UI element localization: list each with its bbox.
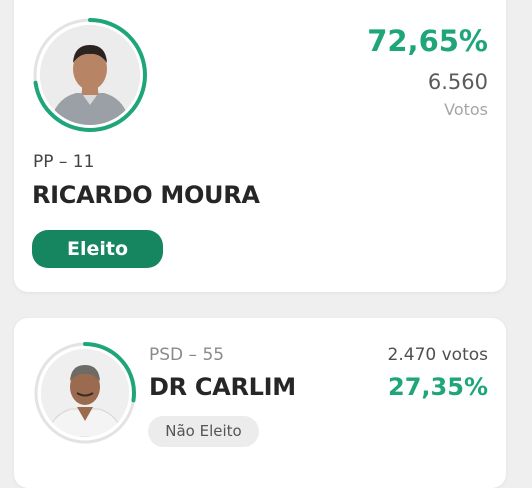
- candidate-card-ricardo-moura[interactable]: 72,65% 6.560 Votos PP – 11 RICARDO MOURA…: [14, 0, 506, 292]
- vote-percentage: 27,35%: [388, 373, 488, 401]
- party-number: PSD – 55: [149, 345, 225, 365]
- vote-count: 2.470 votos: [387, 345, 488, 365]
- votes-label: Votos: [444, 100, 488, 119]
- status-badge: Eleito: [32, 230, 163, 268]
- candidate-card-dr-carlim[interactable]: PSD – 55 DR CARLIM 2.470 votos 27,35% Nã…: [14, 318, 506, 488]
- party-number: PP – 11: [33, 152, 95, 172]
- candidate-name: DR CARLIM: [149, 373, 296, 401]
- vote-count: 6.560: [427, 70, 488, 94]
- candidate-photo: [41, 349, 129, 437]
- status-badge: Não Eleito: [148, 416, 259, 447]
- vote-percentage: 72,65%: [367, 24, 488, 58]
- candidate-name: RICARDO MOURA: [32, 181, 260, 209]
- candidate-photo: [40, 25, 140, 125]
